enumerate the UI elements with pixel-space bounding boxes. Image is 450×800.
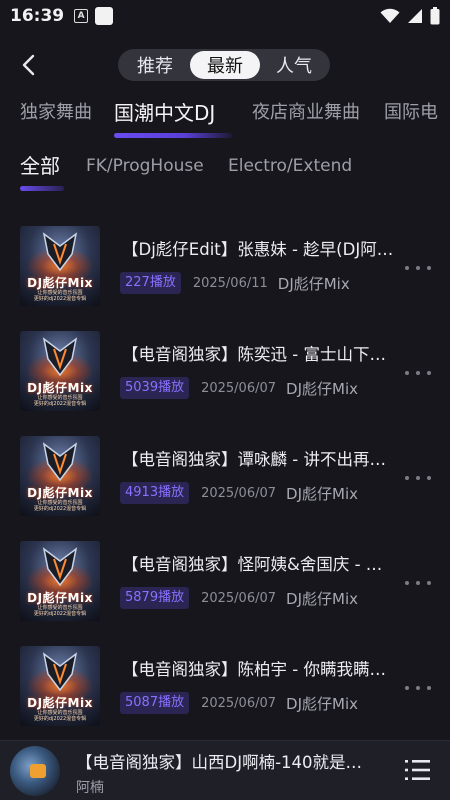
track-artist: DJ彪仔Mix [286, 484, 358, 503]
cover-title: DJ彪仔Mix [27, 696, 93, 710]
category-active-indicator [114, 133, 232, 138]
battery-icon [430, 7, 440, 25]
cover-logo-icon [42, 547, 78, 587]
playlist-icon[interactable] [402, 757, 432, 783]
tab-popular[interactable]: 人气 [260, 51, 328, 79]
track-cover: DJ彪仔Mix 让你感受的音乐氛围 更好的dj2022混音专辑 [20, 226, 100, 306]
more-dots-icon[interactable] [402, 575, 434, 591]
track-date: 2025/06/07 [201, 485, 277, 501]
cover-logo-icon [42, 337, 78, 377]
status-time: 16:39 [10, 6, 65, 26]
top-header: 推荐 最新 人气 [0, 42, 450, 88]
status-bar: 16:39 A [0, 0, 450, 32]
cover-title: DJ彪仔Mix [27, 381, 93, 395]
track-item[interactable]: DJ彪仔Mix 让你感受的音乐氛围 更好的dj2022混音专辑 【电音阁独家】陈… [0, 642, 450, 747]
cover-caption: 让你感受的音乐氛围 更好的dj2022混音专辑 [33, 290, 87, 302]
cover-title: DJ彪仔Mix [27, 486, 93, 500]
play-count-badge: 227播放 [120, 272, 181, 294]
more-dots-icon[interactable] [402, 470, 434, 486]
play-count-badge: 4913播放 [120, 482, 190, 504]
more-dots-icon[interactable] [402, 260, 434, 276]
mini-player[interactable]: 【电音阁独家】山西DJ啊楠-140就是… 阿楠 [0, 740, 450, 800]
cover-caption: 让你感受的音乐氛围 更好的dj2022混音专辑 [33, 500, 87, 512]
cover-caption: 让你感受的音乐氛围 更好的dj2022混音专辑 [33, 605, 87, 617]
cover-title: DJ彪仔Mix [27, 591, 93, 605]
notification-square-icon [95, 7, 114, 25]
play-count-badge: 5879播放 [120, 587, 190, 609]
track-item[interactable]: DJ彪仔Mix 让你感受的音乐氛围 更好的dj2022混音专辑 【电音阁独家】怪… [0, 537, 450, 642]
track-title: 【电音阁独家】陈柏宇 - 你瞒我瞒… [122, 660, 386, 679]
track-title: 【电音阁独家】陈奕迅 - 富士山下… [122, 345, 386, 364]
category-tabs: 独家舞曲 国潮中文DJ 夜店商业舞曲 国际电 [0, 98, 450, 142]
tab-latest[interactable]: 最新 [190, 51, 260, 79]
cover-caption: 让你感受的音乐氛围 更好的dj2022混音专辑 [33, 395, 87, 407]
track-date: 2025/06/07 [201, 380, 277, 396]
track-item[interactable]: DJ彪仔Mix 让你感受的音乐氛围 更好的dj2022混音专辑 【电音阁独家】谭… [0, 432, 450, 537]
track-item[interactable]: DJ彪仔Mix 让你感受的音乐氛围 更好的dj2022混音专辑 【Dj彪仔Edi… [0, 222, 450, 327]
cover-title: DJ彪仔Mix [27, 276, 93, 290]
sub-tab-all[interactable]: 全部 [20, 150, 60, 182]
notification-a-icon: A [74, 9, 89, 23]
wifi-icon [380, 8, 400, 23]
sub-tab-active-indicator [20, 186, 64, 191]
track-title: 【电音阁独家】怪阿姨&舍国庆 - … [122, 555, 383, 574]
track-title: 【电音阁独家】谭咏麟 - 讲不出再… [122, 450, 386, 469]
player-avatar [10, 746, 60, 796]
category-international[interactable]: 国际电 [384, 98, 438, 128]
tab-recommend[interactable]: 推荐 [120, 51, 190, 79]
player-artist: 阿楠 [76, 780, 104, 796]
category-exclusive-dance[interactable]: 独家舞曲 [20, 98, 92, 128]
track-artist: DJ彪仔Mix [286, 589, 358, 608]
cover-logo-icon [42, 442, 78, 482]
track-cover: DJ彪仔Mix 让你感受的音乐氛围 更好的dj2022混音专辑 [20, 331, 100, 411]
more-dots-icon[interactable] [402, 365, 434, 381]
cover-caption: 让你感受的音乐氛围 更好的dj2022混音专辑 [33, 710, 87, 722]
track-title: 【Dj彪仔Edit】张惠妹 - 趁早(DJ阿… [122, 240, 394, 259]
track-cover: DJ彪仔Mix 让你感受的音乐氛围 更好的dj2022混音专辑 [20, 646, 100, 726]
track-date: 2025/06/11 [192, 275, 268, 291]
track-date: 2025/06/07 [201, 590, 277, 606]
track-item[interactable]: DJ彪仔Mix 让你感受的音乐氛围 更好的dj2022混音专辑 【电音阁独家】陈… [0, 327, 450, 432]
track-artist: DJ彪仔Mix [286, 694, 358, 713]
sub-tab-fk-proghouse[interactable]: FK/ProgHouse [86, 150, 204, 182]
cover-logo-icon [42, 232, 78, 272]
track-cover: DJ彪仔Mix 让你感受的音乐氛围 更好的dj2022混音专辑 [20, 436, 100, 516]
sub-tabs: 全部 FK/ProgHouse Electro/Extend [0, 150, 450, 196]
more-dots-icon[interactable] [402, 680, 434, 696]
chevron-left-icon [22, 54, 35, 76]
category-club-commercial-dance[interactable]: 夜店商业舞曲 [252, 98, 360, 128]
player-title: 【电音阁独家】山西DJ啊楠-140就是… [76, 753, 363, 772]
track-list: DJ彪仔Mix 让你感受的音乐氛围 更好的dj2022混音专辑 【Dj彪仔Edi… [0, 222, 450, 747]
play-count-badge: 5039播放 [120, 377, 190, 399]
play-count-badge: 5087播放 [120, 692, 190, 714]
track-cover: DJ彪仔Mix 让你感受的音乐氛围 更好的dj2022混音专辑 [20, 541, 100, 621]
category-guochao-chinese-dj[interactable]: 国潮中文DJ [114, 98, 215, 128]
track-date: 2025/06/07 [201, 695, 277, 711]
sub-tab-electro-extend[interactable]: Electro/Extend [228, 150, 352, 182]
signal-icon [408, 9, 422, 23]
track-artist: DJ彪仔Mix [277, 274, 350, 293]
cover-logo-icon [42, 652, 78, 692]
back-button[interactable] [12, 48, 46, 82]
track-artist: DJ彪仔Mix [286, 379, 358, 398]
sort-tabs: 推荐 最新 人气 [118, 49, 330, 81]
